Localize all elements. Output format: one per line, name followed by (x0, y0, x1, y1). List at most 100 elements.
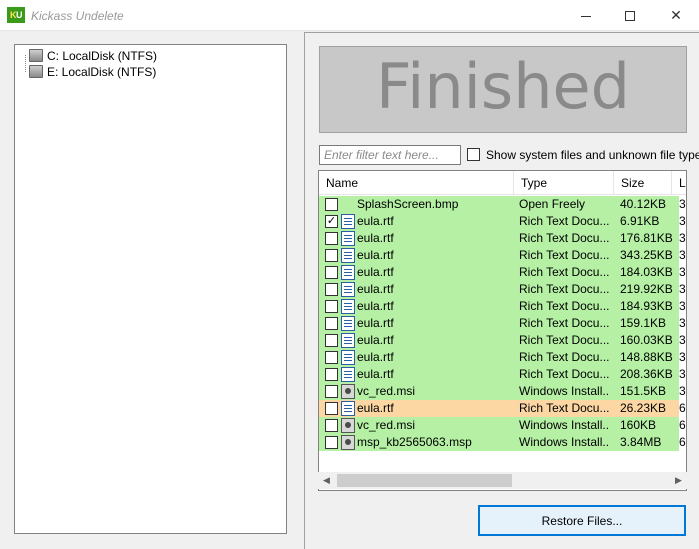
file-last-column: 3. (679, 282, 686, 296)
status-text: Finished (376, 50, 630, 123)
row-checkbox[interactable] (325, 368, 338, 381)
file-name: eula.rtf (357, 367, 394, 381)
minimize-button[interactable] (563, 0, 609, 31)
scrollbar-thumb[interactable] (337, 474, 512, 487)
file-size: 148.88KB (620, 350, 673, 364)
file-last-column: 3. (679, 367, 686, 381)
file-name: vc_red.msi (357, 418, 416, 432)
rtf-document-icon (341, 282, 355, 297)
tree-item-drive-c[interactable]: C: LocalDisk (NTFS) (29, 48, 157, 64)
file-last-column: 3. (679, 316, 686, 330)
file-size: 184.93KB (620, 299, 673, 313)
table-row[interactable]: eula.rtf Rich Text Docu... 219.92KB 3. (319, 281, 686, 298)
scroll-left-icon[interactable]: ◀ (318, 472, 335, 489)
file-last-column: 6. (679, 418, 686, 432)
table-row[interactable]: eula.rtf Rich Text Docu... 26.23KB 6. (319, 400, 686, 417)
table-row[interactable]: eula.rtf Rich Text Docu... 176.81KB 3. (319, 230, 686, 247)
row-checkbox[interactable] (325, 232, 338, 245)
tree-item-drive-e[interactable]: E: LocalDisk (NTFS) (29, 64, 156, 80)
rtf-document-icon (341, 265, 355, 280)
file-name: vc_red.msi (357, 384, 416, 398)
file-type: Rich Text Docu... (519, 248, 609, 262)
file-name: eula.rtf (357, 299, 394, 313)
table-row[interactable]: eula.rtf Rich Text Docu... 184.93KB 3. (319, 298, 686, 315)
table-row[interactable]: SplashScreen.bmp Open Freely 40.12KB 3. (319, 196, 686, 213)
file-last-column: 3. (679, 265, 686, 279)
filter-input[interactable] (319, 145, 461, 165)
row-checkbox[interactable] (325, 334, 338, 347)
table-row[interactable]: vc_red.msi Windows Install... 160KB 6. (319, 417, 686, 434)
msi-installer-icon (341, 435, 355, 450)
table-row[interactable]: msp_kb2565063.msp Windows Install... 3.84M… (319, 434, 686, 451)
tree-item-label: C: LocalDisk (NTFS) (47, 49, 158, 63)
file-last-column: 3. (679, 248, 686, 262)
table-row[interactable]: eula.rtf Rich Text Docu... 208.36KB 3. (319, 366, 686, 383)
file-last-column: 3. (679, 333, 686, 347)
row-checkbox[interactable] (325, 419, 338, 432)
rtf-document-icon (341, 231, 355, 246)
rtf-document-icon (341, 214, 355, 229)
file-size: 176.81KB (620, 231, 673, 245)
file-name: SplashScreen.bmp (357, 197, 459, 211)
drive-tree[interactable]: C: LocalDisk (NTFS) E: LocalDisk (NTFS) (14, 44, 287, 534)
horizontal-scrollbar[interactable]: ◀ ▶ (318, 472, 687, 489)
rtf-document-icon (341, 299, 355, 314)
file-last-column: 6. (679, 435, 686, 449)
file-name: eula.rtf (357, 248, 394, 262)
file-size: 208.36KB (620, 367, 673, 381)
table-row[interactable]: eula.rtf Rich Text Docu... 159.1KB 3. (319, 315, 686, 332)
row-checkbox[interactable] (325, 385, 338, 398)
table-row[interactable]: eula.rtf Rich Text Docu... 160.03KB 3. (319, 332, 686, 349)
file-name: eula.rtf (357, 265, 394, 279)
file-last-column: 3. (679, 231, 686, 245)
window-title: Kickass Undelete (31, 9, 124, 23)
file-size: 184.03KB (620, 265, 673, 279)
rtf-document-icon (341, 350, 355, 365)
table-row[interactable]: vc_red.msi Windows Install... 151.5KB 3. (319, 383, 686, 400)
scroll-right-icon[interactable]: ▶ (670, 472, 687, 489)
table-row[interactable]: eula.rtf Rich Text Docu... 148.88KB 3. (319, 349, 686, 366)
row-checkbox[interactable] (325, 402, 338, 415)
file-size: 219.92KB (620, 282, 673, 296)
close-icon: ✕ (670, 7, 682, 23)
rtf-document-icon (341, 316, 355, 331)
file-size: 159.1KB (620, 316, 667, 330)
file-name: eula.rtf (357, 214, 394, 228)
restore-files-button[interactable]: Restore Files... (478, 505, 686, 536)
row-checkbox[interactable] (325, 317, 338, 330)
file-name: eula.rtf (357, 316, 394, 330)
disk-icon (29, 65, 43, 78)
row-checkbox[interactable] (325, 283, 338, 296)
table-row[interactable]: eula.rtf Rich Text Docu... 343.25KB 3. (319, 247, 686, 264)
table-row[interactable]: ✓ eula.rtf Rich Text Docu... 6.91KB 3. (319, 213, 686, 230)
row-checkbox[interactable]: ✓ (325, 215, 338, 228)
rtf-document-icon (341, 367, 355, 382)
show-system-files-checkbox[interactable] (467, 148, 480, 161)
close-button[interactable]: ✕ (653, 0, 699, 31)
tree-item-label: E: LocalDisk (NTFS) (47, 65, 157, 79)
file-list[interactable]: Name Type Size La SplashScreen.bmp Open F… (318, 170, 687, 491)
column-header-name[interactable]: Name (319, 171, 514, 195)
file-size: 40.12KB (620, 197, 667, 211)
column-header-last[interactable]: La (672, 171, 686, 195)
file-last-column: 3. (679, 214, 686, 228)
file-size: 6.91KB (620, 214, 660, 228)
file-type: Rich Text Docu... (519, 350, 609, 364)
column-header-size[interactable]: Size (614, 171, 672, 195)
file-type: Rich Text Docu... (519, 401, 609, 415)
row-checkbox[interactable] (325, 300, 338, 313)
row-checkbox[interactable] (325, 198, 338, 211)
file-last-column: 3. (679, 197, 686, 211)
file-last-column: 3. (679, 384, 686, 398)
table-row[interactable]: eula.rtf Rich Text Docu... 184.03KB 3. (319, 264, 686, 281)
disk-icon (29, 49, 43, 62)
row-checkbox[interactable] (325, 351, 338, 364)
column-header-type[interactable]: Type (514, 171, 614, 195)
row-checkbox[interactable] (325, 436, 338, 449)
file-last-column: 3. (679, 299, 686, 313)
maximize-button[interactable] (607, 0, 653, 31)
row-checkbox[interactable] (325, 266, 338, 279)
row-checkbox[interactable] (325, 249, 338, 262)
minimize-icon (581, 15, 591, 17)
file-type: Rich Text Docu... (519, 316, 609, 330)
